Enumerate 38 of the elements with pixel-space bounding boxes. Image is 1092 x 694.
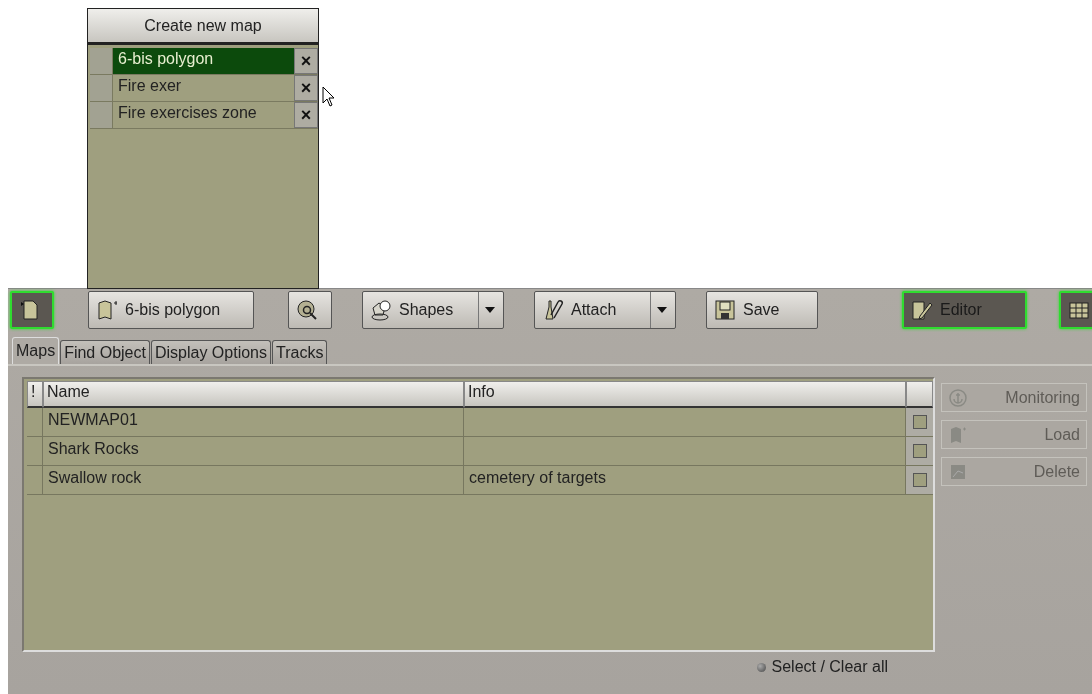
tab[interactable]: Display Options — [150, 340, 271, 364]
toolbar-icon-button[interactable] — [1059, 290, 1092, 329]
toolbar-icon-button[interactable] — [288, 290, 332, 329]
tab[interactable]: Find Object — [60, 340, 150, 364]
mouse-cursor-icon — [322, 86, 336, 108]
map-list-item[interactable]: Fire exercises zone — [113, 102, 294, 128]
caret-icon — [657, 306, 667, 313]
delete-map-button[interactable]: × — [294, 75, 318, 101]
anchor-icon — [948, 387, 968, 408]
map-list-item[interactable]: 6-bis polygon — [113, 48, 294, 74]
toolbar-button[interactable]: Shapes — [362, 290, 504, 329]
folded-map-icon — [95, 297, 119, 322]
row-checkbox[interactable] — [912, 444, 927, 458]
select-clear-all-label[interactable]: Select / Clear all — [771, 658, 888, 676]
table-cell: NEWMAP01 — [43, 408, 464, 436]
map-list-item[interactable]: Fire exer — [113, 75, 294, 101]
create-new-map-button[interactable]: Create new map — [88, 9, 318, 45]
tab[interactable]: Tracks — [272, 340, 328, 364]
delete-map-button[interactable]: × — [294, 102, 318, 128]
toolbar-button[interactable]: 6-bis polygon — [88, 290, 254, 329]
caret-icon — [485, 306, 495, 313]
toolbar-icon-button[interactable] — [10, 290, 54, 329]
column-header[interactable]: Info — [464, 381, 906, 408]
column-header — [906, 381, 933, 408]
search-icon — [295, 297, 319, 322]
radio-button[interactable] — [756, 662, 766, 672]
shapes-icon — [369, 297, 393, 322]
tab[interactable]: Maps — [12, 337, 60, 364]
row-checkbox[interactable] — [912, 415, 927, 429]
table-cell: Shark Rocks — [43, 437, 464, 465]
folded-map-icon — [948, 424, 968, 445]
table-cell: Swallow rock — [43, 466, 464, 494]
toolbar-button[interactable]: Save — [706, 290, 818, 329]
column-header[interactable]: ! — [27, 381, 43, 408]
toolbar-button[interactable]: Attach — [534, 290, 676, 329]
delete-map-button[interactable]: × — [294, 48, 318, 74]
row-checkbox[interactable] — [912, 473, 927, 487]
column-header[interactable]: Name — [43, 381, 464, 408]
